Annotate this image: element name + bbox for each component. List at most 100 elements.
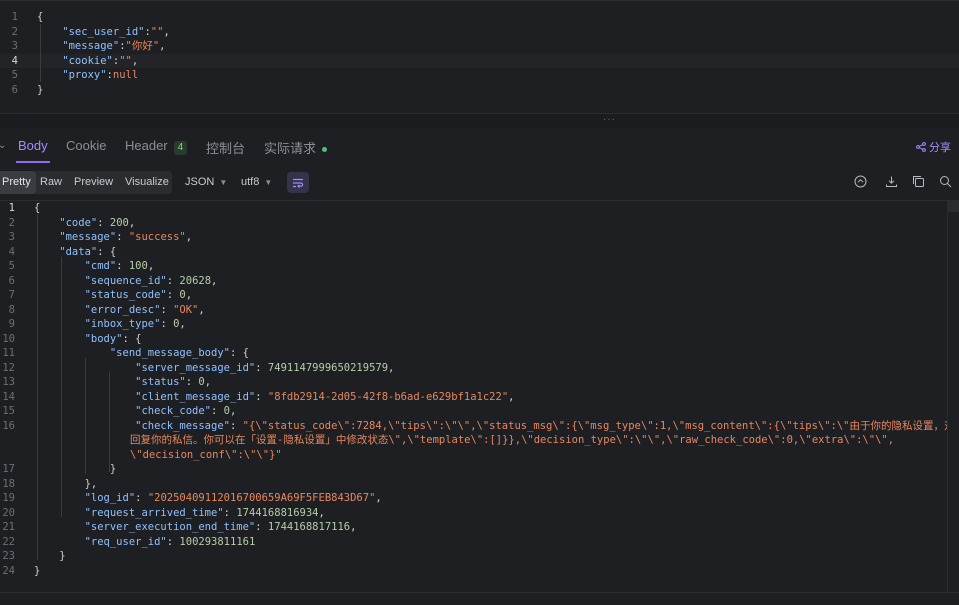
token-num: 100293811161 [179, 535, 256, 548]
response-line: 回复你的私信。你可以在「设置-隐私设置」中修改状态\",\"template\"… [0, 433, 948, 448]
indent-guide [37, 214, 38, 560]
response-line: 7 "status_code": 0, [0, 288, 948, 303]
token-str: \"decision_conf\":\"\"}" [130, 448, 282, 461]
code-text: } [34, 462, 116, 477]
line-number: 20 [2, 506, 15, 519]
vertical-scrollbar[interactable] [947, 200, 959, 598]
response-line: 19 "log_id": "20250409112016700659A69F5F… [0, 491, 948, 506]
visualize-button[interactable]: Visualize [120, 171, 174, 194]
response-line: 18 }, [0, 477, 948, 492]
encoding-select[interactable]: utf8 ▼ [241, 176, 272, 188]
code-text: "cookie":"", [37, 54, 138, 69]
line-number: 12 [2, 361, 15, 374]
indent-guide [85, 358, 86, 474]
line-number: 17 [2, 463, 15, 475]
request-body-editor[interactable]: 1{2 "sec_user_id":"", 3 "message":"你好", 4 … [0, 0, 959, 114]
wrap-lines-button[interactable] [287, 172, 309, 193]
token-punc: , [198, 303, 205, 316]
line-number: 1 [8, 202, 15, 214]
tab-header[interactable]: Header 4 [125, 138, 188, 155]
token-punc: , [179, 318, 186, 330]
response-line: 13 "status": 0, [0, 375, 948, 390]
request-line: 3 "message":"你好", [0, 39, 959, 54]
response-line: 17 } [0, 462, 948, 477]
token-punc: : [160, 318, 174, 330]
code-text: "code": 200, [34, 216, 135, 231]
token-punc: : [116, 231, 129, 243]
token-punc: , [147, 260, 155, 272]
copy-button[interactable] [911, 175, 925, 189]
share-button[interactable]: 分享 [916, 139, 951, 155]
token-punc: { [37, 11, 44, 23]
line-number: 6 [8, 274, 15, 287]
tab-console[interactable]: 控制台 [206, 138, 245, 157]
line-number: 1 [11, 11, 18, 23]
line-number: 2 [11, 25, 18, 38]
token-punc: , [350, 521, 357, 533]
token-punc: , [185, 231, 193, 243]
preview-button[interactable]: Preview [69, 171, 118, 194]
token-punc: , [128, 216, 136, 229]
token-punc: : [255, 361, 268, 374]
code-text: "proxy":null [37, 68, 138, 83]
response-line: 6 "sequence_id": 20628, [0, 274, 948, 289]
collapse-icon[interactable]: ⌄ [0, 140, 6, 151]
response-body-viewer[interactable]: 1{2 "code": 200, 3 "message": "success", 4… [0, 200, 959, 598]
search-button[interactable] [938, 175, 952, 189]
horizontal-scrollbar[interactable] [0, 592, 959, 605]
token-punc: , [211, 274, 218, 287]
token-punc: , [185, 289, 193, 301]
response-tabs: ⌄ Body Cookie Header 4 控制台 实际请求 分享 [0, 128, 959, 166]
token-key: "error_desc" [34, 303, 161, 316]
token-str: "{\"status_code\":7284,\"tips\":\"\",\"s… [242, 419, 959, 432]
response-line: 3 "message": "success", [0, 230, 948, 245]
response-line: 22 "req_user_id": 100293811161 [0, 535, 948, 550]
token-str: 回复你的私信。你可以在「设置-隐私设置」中修改状态\",\"template\"… [130, 434, 895, 446]
token-punc: }, [34, 477, 98, 490]
token-key: "client_message_id" [34, 390, 256, 403]
line-number: 6 [11, 83, 18, 96]
download-button[interactable] [884, 175, 898, 189]
tab-body[interactable]: Body [18, 138, 48, 153]
token-punc: : { [229, 347, 249, 359]
pretty-button[interactable]: Pretty [0, 171, 36, 194]
format-select[interactable]: JSON ▼ [185, 176, 227, 188]
token-punc: { [34, 202, 41, 214]
code-text: "status_code": 0, [34, 288, 193, 303]
code-text: "send_message_body": { [34, 346, 249, 361]
line-number: 19 [2, 492, 15, 504]
code-text: "req_user_id": 100293811161 [34, 535, 256, 550]
request-line: 5 "proxy":null [0, 68, 959, 83]
response-toolbar: Pretty Raw Preview Visualize JSON ▼ utf8 ▼ [0, 166, 959, 201]
token-punc: } [37, 83, 44, 96]
drag-grip-icon[interactable]: ··· [603, 115, 615, 125]
response-line: 14 "client_message_id": "8fdb2914-2d05-4… [0, 390, 948, 405]
line-number: 3 [8, 231, 15, 243]
token-punc: , [230, 405, 237, 417]
token-num: 200 [109, 216, 129, 229]
token-key: "server_execution_end_time" [34, 521, 256, 533]
chevron-down-icon: ▼ [264, 178, 273, 187]
code-text: \"decision_conf\":\"\"}" [130, 448, 282, 463]
tab-cookie[interactable]: Cookie [66, 138, 106, 153]
line-number: 8 [8, 303, 15, 316]
tab-actual-request-label: 实际请求 [264, 141, 317, 156]
jump-top-button[interactable] [853, 175, 867, 189]
line-number: 16 [2, 419, 15, 432]
share-label: 分享 [929, 142, 951, 154]
code-text: "client_message_id": "8fdb2914-2d05-42f8… [34, 390, 514, 405]
token-key: "message" [34, 231, 117, 243]
token-punc: , [318, 506, 325, 519]
token-punc: , [508, 390, 515, 403]
panel-resize-handle[interactable]: ··· [0, 113, 959, 129]
raw-button[interactable]: Raw [35, 171, 67, 194]
token-key: "request_arrived_time" [34, 506, 224, 519]
scrollbar-thumb[interactable] [948, 200, 959, 212]
code-text: "server_message_id": 7491147999650219579… [34, 361, 394, 376]
token-nul: null [112, 69, 139, 81]
share-icon [916, 142, 926, 152]
tab-actual-request[interactable]: 实际请求 [264, 138, 328, 157]
line-number: 15 [2, 405, 15, 417]
code-text: "message": "success", [34, 230, 192, 245]
token-num: 1744168817116 [267, 521, 351, 533]
